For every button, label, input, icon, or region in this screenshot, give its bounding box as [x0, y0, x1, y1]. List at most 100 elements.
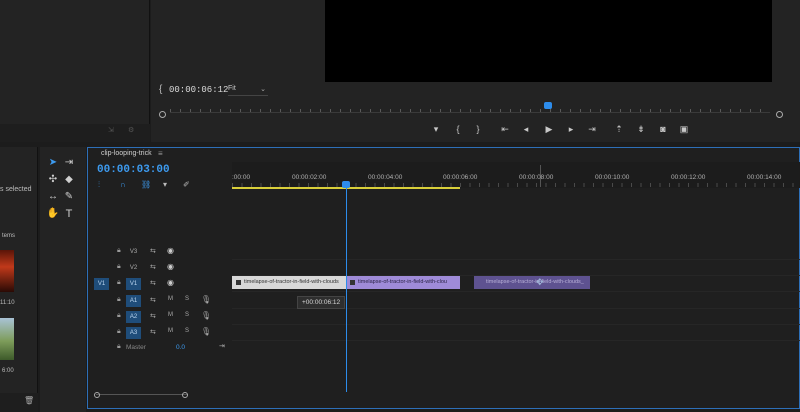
lock-icon[interactable]: 🔒︎ — [117, 343, 121, 351]
ruler-label: :00:00 — [232, 174, 251, 181]
lock-icon[interactable]: 🔒︎ — [117, 296, 121, 304]
solo-button[interactable]: S — [185, 312, 189, 318]
track-name[interactable]: A1 — [126, 295, 141, 307]
source-patch[interactable]: V1 — [94, 278, 109, 290]
lock-icon[interactable]: 🔒︎ — [117, 328, 121, 336]
media-thumbnail[interactable] — [0, 250, 14, 292]
eye-icon[interactable]: ◉ — [167, 246, 174, 255]
mark-in-icon[interactable]: { — [451, 124, 465, 134]
step-forward-icon[interactable]: ▸ — [564, 124, 578, 135]
mic-icon[interactable]: 🎙︎ — [201, 327, 211, 336]
sync-lock-icon[interactable]: ⇆ — [150, 328, 156, 336]
solo-button[interactable]: S — [185, 296, 189, 302]
compare-icon[interactable]: ▣ — [677, 124, 691, 135]
fx-badge-icon — [236, 280, 241, 285]
master-volume[interactable]: 0.0 — [176, 344, 185, 351]
track-lane-v2[interactable] — [232, 260, 800, 276]
program-ruler[interactable] — [170, 105, 770, 113]
eye-icon[interactable]: ◉ — [167, 278, 174, 287]
track-header-v2[interactable]: 🔒︎ V2 ⇆ ◉ — [88, 260, 232, 276]
nest-icon[interactable]: ⫶ — [98, 180, 100, 190]
scrollbar-left-handle[interactable] — [94, 392, 100, 398]
play-icon[interactable]: ▶ — [542, 124, 556, 135]
clip-label: timelapse-of-tractor-in-field-with-cloud… — [244, 279, 339, 285]
timeline-scrollbar[interactable] — [96, 394, 188, 398]
go-to-out-icon[interactable]: ⇥ — [585, 124, 599, 135]
video-clip-dragging[interactable]: timelapse-of-tractor-in-field-with-cloud… — [474, 276, 590, 289]
add-marker-icon[interactable]: ▾ — [163, 180, 167, 189]
extract-icon[interactable]: ⇟ — [634, 124, 648, 135]
snap-icon[interactable]: ∩ — [120, 180, 126, 189]
sync-lock-icon[interactable]: ⇆ — [150, 247, 156, 255]
selection-status: s selected — [0, 186, 32, 193]
move-offset-tooltip: +00:00:06:12 — [297, 296, 346, 309]
ruler-label: 00:00:06:00 — [443, 174, 478, 181]
sync-lock-icon[interactable]: ⇆ — [150, 263, 156, 271]
wrench-icon[interactable]: ✐ — [183, 180, 190, 189]
eye-icon[interactable]: ◉ — [167, 262, 174, 271]
sync-lock-icon[interactable]: ⇆ — [150, 312, 156, 320]
solo-button[interactable]: S — [185, 328, 189, 334]
sync-lock-icon[interactable]: ⇆ — [150, 279, 156, 287]
step-back-icon[interactable]: ◂ — [519, 124, 533, 135]
track-header-a3[interactable]: 🔒︎ A3 ⇆ M S 🎙︎ — [88, 325, 232, 341]
ruler-label: 00:00:02:00 — [292, 174, 327, 181]
ripple-edit-tool-icon[interactable]: ✣ — [46, 173, 60, 187]
track-header-a1[interactable]: 🔒︎ A1 ⇆ M S 🎙︎ — [88, 293, 232, 309]
timeline-tab[interactable]: clip-looping-trick — [101, 150, 152, 157]
pen-tool-icon[interactable]: ✎ — [62, 190, 76, 204]
sync-lock-icon[interactable]: ⇆ — [150, 296, 156, 304]
settings-icon[interactable]: ⚙ — [128, 126, 134, 134]
linked-selection-icon[interactable]: ⛓ — [141, 180, 151, 189]
track-name[interactable]: A2 — [126, 311, 141, 323]
trash-icon[interactable]: 🗑 — [24, 396, 34, 405]
video-clip-selected[interactable]: timelapse-of-tractor-in-field-with-clou — [346, 276, 460, 289]
scrollbar-right-handle[interactable] — [182, 392, 188, 398]
type-tool-icon[interactable]: T — [62, 207, 76, 221]
track-lane-v3[interactable] — [232, 244, 800, 260]
track-lane-a2[interactable] — [232, 309, 800, 325]
mark-out-icon[interactable]: } — [471, 124, 485, 134]
program-timecode[interactable]: 00:00:06:12 — [169, 85, 228, 95]
razor-tool-icon[interactable]: ◆ — [62, 173, 76, 187]
marker-icon[interactable]: ▾ — [429, 124, 443, 135]
lock-icon[interactable]: 🔒︎ — [117, 263, 121, 271]
timeline-playhead-handle[interactable] — [342, 181, 350, 188]
video-clip[interactable]: timelapse-of-tractor-in-field-with-cloud… — [232, 276, 346, 289]
scrollbar-left-handle[interactable] — [159, 111, 166, 118]
media-thumbnail[interactable] — [0, 318, 14, 360]
lock-icon[interactable]: 🔒︎ — [117, 247, 121, 255]
slip-tool-icon[interactable]: ↔ — [46, 190, 60, 204]
mute-button[interactable]: M — [168, 312, 173, 318]
track-header-v3[interactable]: 🔒︎ V3 ⇆ ◉ — [88, 244, 232, 260]
lock-icon[interactable]: 🔒︎ — [117, 312, 121, 320]
chevron-down-icon: ⌄ — [260, 86, 266, 93]
export-icon[interactable]: ⇲ — [108, 126, 114, 134]
panel-menu-icon[interactable]: ≡ — [158, 149, 163, 158]
go-to-end-icon[interactable]: ⇥ — [219, 342, 225, 350]
timeline-timecode[interactable]: 00:00:03:00 — [97, 164, 170, 176]
lift-icon[interactable]: ⇡ — [612, 124, 626, 135]
track-select-tool-icon[interactable]: ⇥ — [62, 156, 76, 170]
track-header-v1[interactable]: V1 🔒︎ V1 ⇆ ◉ — [88, 276, 232, 292]
track-header-a2[interactable]: 🔒︎ A2 ⇆ M S 🎙︎ — [88, 309, 232, 325]
zoom-fit-select[interactable]: Fit ⌄ — [228, 85, 268, 96]
program-playhead[interactable] — [544, 102, 552, 109]
track-name[interactable]: A3 — [126, 327, 141, 339]
scrollbar-right-handle[interactable] — [776, 111, 783, 118]
mic-icon[interactable]: 🎙︎ — [201, 311, 211, 320]
track-name[interactable]: V2 — [126, 262, 141, 274]
lock-icon[interactable]: 🔒︎ — [117, 279, 121, 287]
mic-icon[interactable]: 🎙︎ — [201, 295, 211, 304]
track-name[interactable]: V1 — [126, 278, 141, 290]
selection-tool-icon[interactable]: ➤ — [46, 156, 60, 170]
export-frame-icon[interactable]: ◙ — [656, 124, 670, 134]
mute-button[interactable]: M — [168, 328, 173, 334]
go-to-in-icon[interactable]: ⇤ — [498, 124, 512, 135]
track-name[interactable]: V3 — [126, 246, 141, 258]
master-track-label: Master — [126, 344, 146, 351]
hand-tool-icon[interactable]: ✋ — [46, 207, 60, 221]
mute-button[interactable]: M — [168, 296, 173, 302]
media-duration: 11:10 — [0, 300, 15, 306]
track-lane-a3[interactable] — [232, 325, 800, 341]
